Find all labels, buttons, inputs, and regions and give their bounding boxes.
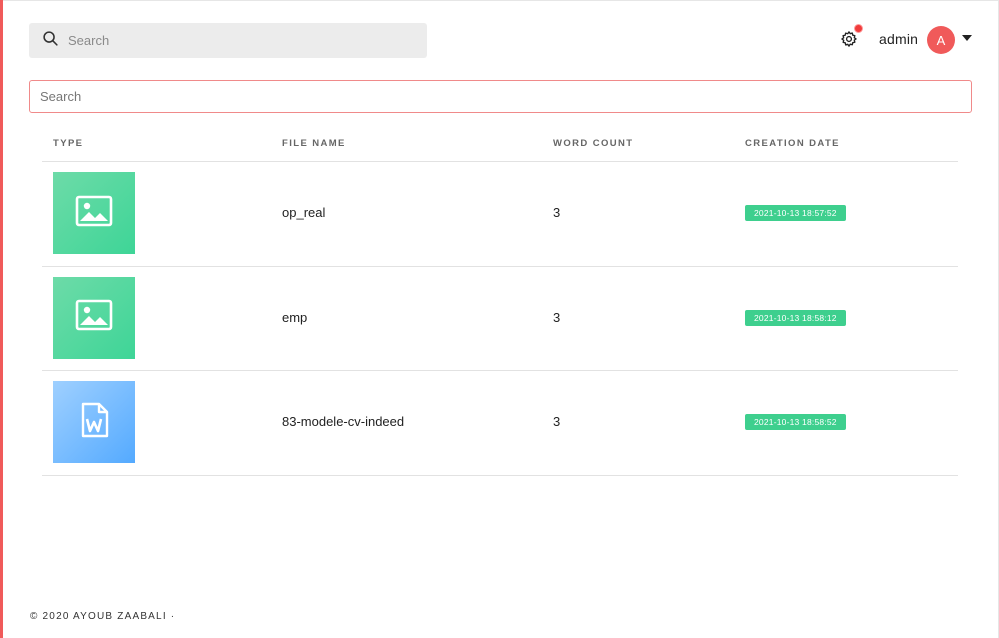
table-header: TYPE FILE NAME WORD COUNT CREATION DATE <box>42 128 958 162</box>
file-type-thumbnail[interactable] <box>53 276 135 359</box>
file-name[interactable]: 83-modele-cv-indeed <box>282 414 404 429</box>
column-header-word-count[interactable]: WORD COUNT <box>553 138 634 149</box>
column-header-file-name[interactable]: FILE NAME <box>282 138 346 149</box>
file-type-thumbnail[interactable] <box>53 172 135 254</box>
word-count: 3 <box>553 205 561 220</box>
caret-down-icon[interactable] <box>962 35 972 41</box>
gear-icon <box>840 31 858 52</box>
file-name[interactable]: emp <box>282 310 307 325</box>
word-document-icon <box>74 400 114 445</box>
column-header-type[interactable]: TYPE <box>53 138 83 149</box>
column-header-creation-date[interactable]: CREATION DATE <box>745 138 840 149</box>
word-count: 3 <box>553 309 561 325</box>
notification-dot <box>854 24 863 33</box>
table-row[interactable]: op_real 3 2021-10-13 18:57:52 <box>42 162 958 267</box>
window-top-border <box>0 0 999 1</box>
file-search-input[interactable] <box>29 80 972 113</box>
files-table: TYPE FILE NAME WORD COUNT CREATION DATE … <box>42 128 958 476</box>
image-icon <box>74 295 114 340</box>
global-search-input[interactable] <box>68 33 388 48</box>
global-search-box[interactable] <box>29 23 427 58</box>
image-icon <box>74 191 114 236</box>
creation-date-badge: 2021-10-13 18:58:12 <box>745 309 846 326</box>
file-type-thumbnail[interactable] <box>53 381 135 463</box>
creation-date-badge: 2021-10-13 18:57:52 <box>745 205 846 221</box>
sidebar-accent-bar <box>0 0 3 638</box>
table-row[interactable]: emp 3 2021-10-13 18:58:12 <box>42 267 958 371</box>
avatar[interactable]: A <box>927 26 955 54</box>
word-count: 3 <box>553 414 561 429</box>
search-icon <box>42 30 59 52</box>
settings-button[interactable] <box>840 24 863 48</box>
user-name[interactable]: admin <box>879 31 918 47</box>
creation-date-badge: 2021-10-13 18:58:52 <box>745 414 846 430</box>
table-row[interactable]: 83-modele-cv-indeed 3 2021-10-13 18:58:5… <box>42 371 958 476</box>
file-name[interactable]: op_real <box>282 205 325 220</box>
footer-copyright: © 2020 AYOUB ZAABALI · <box>30 611 176 622</box>
